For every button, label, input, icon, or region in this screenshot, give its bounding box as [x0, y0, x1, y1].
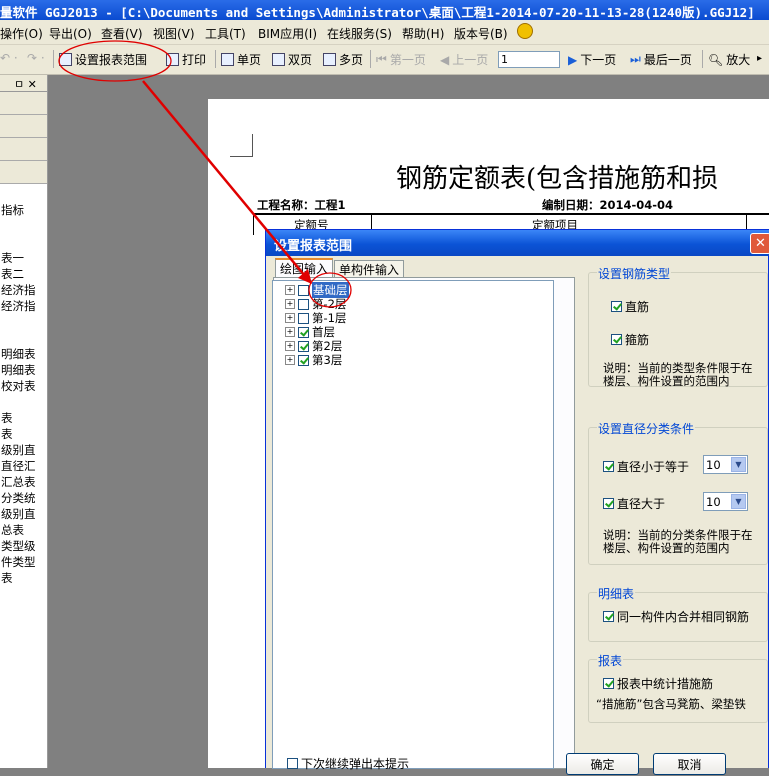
highlight-ellipse-tree [308, 272, 352, 308]
highlight-ellipse-toolbar [58, 40, 172, 82]
annotation-overlay [58, 40, 352, 308]
annotation-arrow-line [142, 80, 306, 277]
